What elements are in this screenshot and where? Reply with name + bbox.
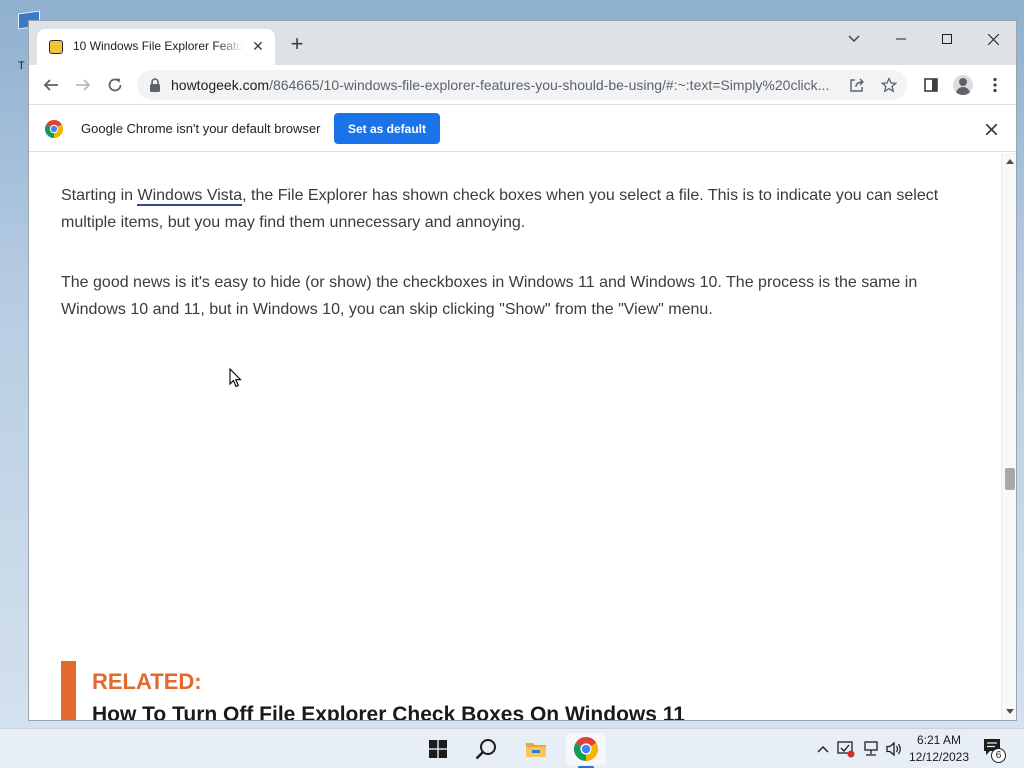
- windows-vista-link[interactable]: Windows Vista: [137, 187, 243, 206]
- vertical-scrollbar[interactable]: [1001, 153, 1016, 720]
- windows-start-icon[interactable]: [418, 733, 458, 765]
- search-icon[interactable]: [466, 733, 506, 765]
- file-explorer-icon[interactable]: [516, 733, 556, 765]
- lock-icon[interactable]: [149, 78, 161, 92]
- url-host: howtogeek.com: [171, 77, 270, 93]
- article-paragraph: Starting in Windows Vista, the File Expl…: [61, 182, 986, 236]
- notification-count-badge: 6: [991, 748, 1006, 763]
- profile-avatar-icon[interactable]: [951, 73, 975, 97]
- url-path: /864665/10-windows-file-explorer-feature…: [269, 77, 830, 93]
- maximize-button[interactable]: [924, 25, 970, 53]
- article-content: Starting in Windows Vista, the File Expl…: [29, 153, 1001, 720]
- related-label: RELATED:: [92, 669, 202, 694]
- close-window-button[interactable]: [970, 25, 1016, 53]
- minimize-button[interactable]: [878, 25, 924, 53]
- tab-search-dropdown-icon[interactable]: [831, 25, 877, 53]
- volume-icon[interactable]: [884, 739, 904, 759]
- desktop-shortcut-label: T: [18, 60, 25, 72]
- browser-toolbar: howtogeek.com/864665/10-windows-file-exp…: [29, 65, 1016, 105]
- default-browser-infobar: Google Chrome isn't your default browser…: [29, 106, 1016, 152]
- tab-close-icon[interactable]: ✕: [249, 37, 267, 55]
- chrome-logo-icon: [44, 120, 64, 138]
- tab-strip: 10 Windows File Explorer Features You Sh…: [29, 21, 1016, 65]
- taskbar: 6:21 AM 12/12/2023 6: [0, 728, 1024, 768]
- scroll-down-arrow-icon[interactable]: [1002, 705, 1016, 717]
- forward-arrow-icon[interactable]: [69, 71, 97, 99]
- share-icon[interactable]: [847, 75, 867, 95]
- chrome-window: 10 Windows File Explorer Features You Sh…: [28, 20, 1017, 721]
- set-as-default-button[interactable]: Set as default: [334, 113, 440, 144]
- article-paragraph: The good news is it's easy to hide (or s…: [61, 274, 918, 318]
- tab-title: 10 Windows File Explorer Features You Sh…: [73, 39, 243, 53]
- network-icon[interactable]: [861, 739, 881, 759]
- security-alert-icon[interactable]: [836, 739, 856, 759]
- scroll-up-arrow-icon[interactable]: [1002, 155, 1016, 167]
- infobar-close-icon[interactable]: [981, 119, 1001, 139]
- scrollbar-thumb[interactable]: [1005, 468, 1015, 490]
- url-text[interactable]: howtogeek.com/864665/10-windows-file-exp…: [171, 77, 851, 93]
- more-menu-icon[interactable]: [983, 73, 1007, 97]
- tab-active[interactable]: 10 Windows File Explorer Features You Sh…: [37, 29, 275, 65]
- how-to-geek-favicon-icon: [49, 40, 63, 54]
- back-arrow-icon[interactable]: [37, 71, 65, 99]
- clock-date: 12/12/2023: [908, 750, 970, 764]
- new-tab-button[interactable]: +: [285, 33, 309, 57]
- related-accent-bar: [61, 661, 76, 720]
- bookmark-star-icon[interactable]: [879, 75, 899, 95]
- related-article-link[interactable]: How To Turn Off File Explorer Check Boxe…: [92, 703, 685, 720]
- mouse-cursor-icon: [229, 367, 243, 388]
- chrome-icon[interactable]: [566, 733, 606, 765]
- para1-text-start: Starting in: [61, 187, 138, 204]
- show-hidden-icons-chevron-icon[interactable]: [813, 739, 833, 759]
- address-bar[interactable]: howtogeek.com/864665/10-windows-file-exp…: [137, 70, 907, 100]
- side-panel-icon[interactable]: [919, 73, 943, 97]
- reload-icon[interactable]: [101, 71, 129, 99]
- infobar-message: Google Chrome isn't your default browser: [81, 121, 321, 136]
- clock-time: 6:21 AM: [916, 733, 962, 747]
- system-clock[interactable]: 6:21 AM 12/12/2023: [906, 732, 972, 766]
